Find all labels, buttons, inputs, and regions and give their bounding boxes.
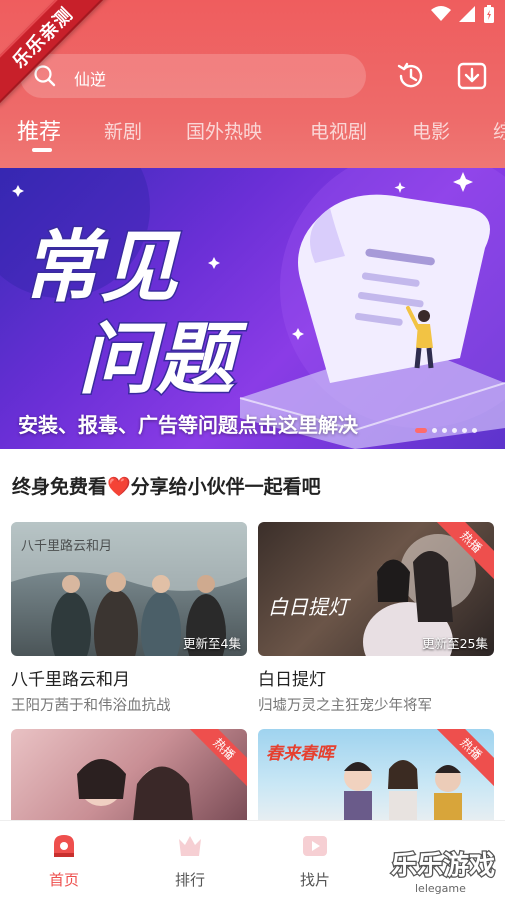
battery-icon <box>484 5 494 23</box>
tab-recommend[interactable]: 推荐 <box>17 114 61 146</box>
play-box-icon <box>303 836 327 856</box>
video-poster: 白日提灯 热播 更新至25集 <box>258 522 494 656</box>
nav-find-label: 找片 <box>299 871 330 889</box>
tab-new-drama[interactable]: 新剧 <box>104 117 142 144</box>
watermark-text: 乐乐游戏 <box>391 851 495 881</box>
banner-heading-line2: 问题 <box>78 315 248 405</box>
history-icon <box>397 62 423 88</box>
wifi-icon <box>431 6 451 21</box>
watermark-sub: lelegame <box>415 882 466 895</box>
video-poster: 春来春晖 热播 <box>258 729 494 821</box>
download-button[interactable] <box>454 58 490 94</box>
episode-update: 更新至4集 <box>183 636 241 651</box>
banner-caption: 安装、报毒、广告等问题点击这里解决 <box>18 413 358 437</box>
video-title: 八千里路云和月 <box>11 670 130 690</box>
carousel-dot-active[interactable] <box>415 428 427 433</box>
poster-title-text: 白日提灯 <box>268 595 352 619</box>
search-query-text: 仙逆 <box>74 70 107 89</box>
tab-active-indicator <box>32 148 52 152</box>
tab-variety[interactable]: 综 <box>493 117 505 144</box>
poster-title-text: 八千里路云和月 <box>21 538 112 554</box>
carousel-dot[interactable] <box>452 428 457 433</box>
tab-foreign-hits[interactable]: 国外热映 <box>186 117 262 144</box>
signal-icon <box>459 6 475 22</box>
carousel-dot[interactable] <box>432 428 437 433</box>
crown-icon <box>179 836 201 856</box>
episode-update: 更新至25集 <box>422 636 488 651</box>
nav-ranking-label: 排行 <box>174 871 205 889</box>
carousel-dots[interactable] <box>415 428 477 433</box>
history-button[interactable] <box>393 58 429 94</box>
video-poster: 八千里路云和月 更新至4集 <box>11 522 247 656</box>
poster-title-text: 春来春晖 <box>266 744 337 764</box>
nav-home-label: 首页 <box>48 871 79 889</box>
nav-home[interactable]: 首页 <box>24 831 104 890</box>
section-title: 终身免费看❤️分享给小伙伴一起看吧 <box>12 476 321 498</box>
video-card[interactable]: 春来春晖 热播 <box>258 729 494 821</box>
watermark-logo: 乐乐游戏 lelegame <box>385 844 505 899</box>
tab-tv-series[interactable]: 电视剧 <box>310 117 367 144</box>
carousel-dot[interactable] <box>472 428 477 433</box>
tab-movies[interactable]: 电影 <box>412 117 450 144</box>
download-icon <box>457 62 487 90</box>
carousel-dot[interactable] <box>462 428 467 433</box>
video-card[interactable]: 白日提灯 热播 更新至25集 白日提灯 归墟万灵之主狂宠少年将军 <box>258 522 494 715</box>
video-title: 白日提灯 <box>258 670 326 690</box>
banner-heading: 常见 问题 <box>21 222 250 407</box>
nav-find[interactable]: 找片 <box>275 831 355 890</box>
video-subtitle: 归墟万灵之主狂宠少年将军 <box>258 698 432 714</box>
video-card[interactable]: 热播 <box>11 729 247 821</box>
category-tabs: 推荐 新剧 国外热映 电视剧 电影 综 <box>0 114 505 154</box>
banner-heading-line1: 常见 <box>22 223 181 313</box>
search-input[interactable]: 仙逆 <box>20 54 366 98</box>
carousel-dot[interactable] <box>442 428 447 433</box>
nav-ranking[interactable]: 排行 <box>150 831 230 890</box>
video-subtitle: 王阳万茜于和伟浴血抗战 <box>11 698 171 714</box>
video-poster: 热播 <box>11 729 247 821</box>
video-card[interactable]: 八千里路云和月 更新至4集 八千里路云和月 王阳万茜于和伟浴血抗战 <box>11 522 247 715</box>
status-icons <box>431 5 495 23</box>
home-icon <box>54 835 74 857</box>
faq-banner[interactable]: 常见 问题 安装、报毒、广告等问题点击这里解决 <box>0 168 505 449</box>
